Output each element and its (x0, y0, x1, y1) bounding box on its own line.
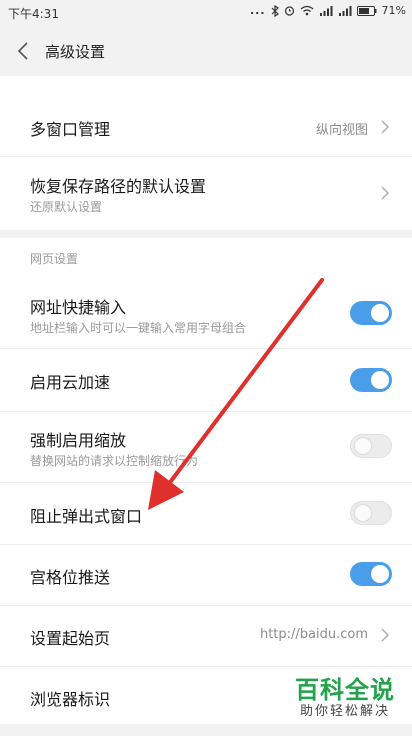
signal-icon-1 (319, 6, 333, 16)
chevron-right-icon (381, 628, 390, 642)
setting-subtitle: 地址栏输入时可以一键输入常用字母组合 (30, 321, 247, 335)
toggle-knob (371, 565, 389, 583)
battery-icon (356, 5, 377, 16)
setting-label: 强制启用缩放 (30, 431, 127, 450)
back-arrow-icon[interactable] (14, 40, 34, 62)
toggle-switch[interactable] (350, 434, 392, 458)
battery-level: 71% (381, 4, 406, 17)
setting-label: 阻止弹出式窗口 (30, 507, 143, 526)
bluetooth-icon (271, 4, 279, 17)
setting-row-multi-window[interactable]: 多窗口管理 纵向视图 (0, 94, 412, 156)
setting-value: 纵向视图 (315, 123, 368, 138)
settings-group-web: 网页设置 网址快捷输入 地址栏输入时可以一键输入常用字母组合 启用云加速 强制启… (0, 238, 412, 724)
setting-subtitle: 替换网站的请求以控制缩放行为 (30, 454, 199, 468)
setting-label: 浏览器标识 (30, 690, 111, 709)
settings-group-general: ····································· 多窗… (0, 72, 412, 230)
setting-subtitle: 还原默认设置 (30, 200, 103, 214)
toggle-switch[interactable] (350, 301, 392, 325)
signal-icon-2 (338, 6, 352, 16)
scrolled-off-text: ····································· (30, 68, 159, 76)
setting-row-homepage[interactable]: 设置起始页 http://baidu.com (0, 606, 412, 666)
chevron-right-icon (381, 186, 390, 200)
setting-label: 启用云加速 (30, 373, 111, 392)
watermark-logo: 百科全说 助你轻松解决 (288, 676, 402, 720)
setting-label: 多窗口管理 (30, 120, 111, 139)
toggle-knob (354, 437, 372, 455)
alarm-icon (284, 6, 294, 16)
status-icons: ... 71% (250, 4, 406, 17)
status-time: 下午4:31 (8, 7, 59, 21)
setting-row-restore-path[interactable]: 恢复保存路径的默认设置 还原默认设置 (0, 157, 412, 230)
setting-row-cloud-accel[interactable]: 启用云加速 (0, 349, 412, 411)
toggle-knob (371, 304, 389, 322)
setting-label: 设置起始页 (30, 629, 111, 648)
toggle-switch[interactable] (350, 501, 392, 525)
setting-row-block-popups[interactable]: 阻止弹出式窗口 (0, 483, 412, 544)
wifi-icon (300, 5, 313, 16)
setting-row-url-shortcut[interactable]: 网址快捷输入 地址栏输入时可以一键输入常用字母组合 (0, 278, 412, 348)
section-header: 网页设置 (30, 252, 79, 266)
toggle-switch[interactable] (350, 562, 392, 586)
status-bar: 下午4:31 ... 71% (0, 0, 412, 26)
more-dots-icon: ... (250, 4, 266, 17)
setting-value: http://baidu.com (259, 627, 368, 642)
watermark-title: 百科全说 (295, 676, 395, 704)
setting-row-force-zoom[interactable]: 强制启用缩放 替换网站的请求以控制缩放行为 (0, 412, 412, 482)
setting-row-grid-push[interactable]: 宫格位推送 (0, 545, 412, 605)
setting-label: 宫格位推送 (30, 568, 111, 587)
toggle-knob (371, 371, 389, 389)
page-title: 高级设置 (45, 43, 106, 61)
toggle-knob (354, 504, 372, 522)
watermark-slogan: 助你轻松解决 (299, 704, 390, 719)
setting-label: 网址快捷输入 (30, 298, 127, 317)
toggle-switch[interactable] (350, 368, 392, 392)
setting-label: 恢复保存路径的默认设置 (30, 177, 207, 196)
chevron-right-icon (381, 120, 390, 134)
